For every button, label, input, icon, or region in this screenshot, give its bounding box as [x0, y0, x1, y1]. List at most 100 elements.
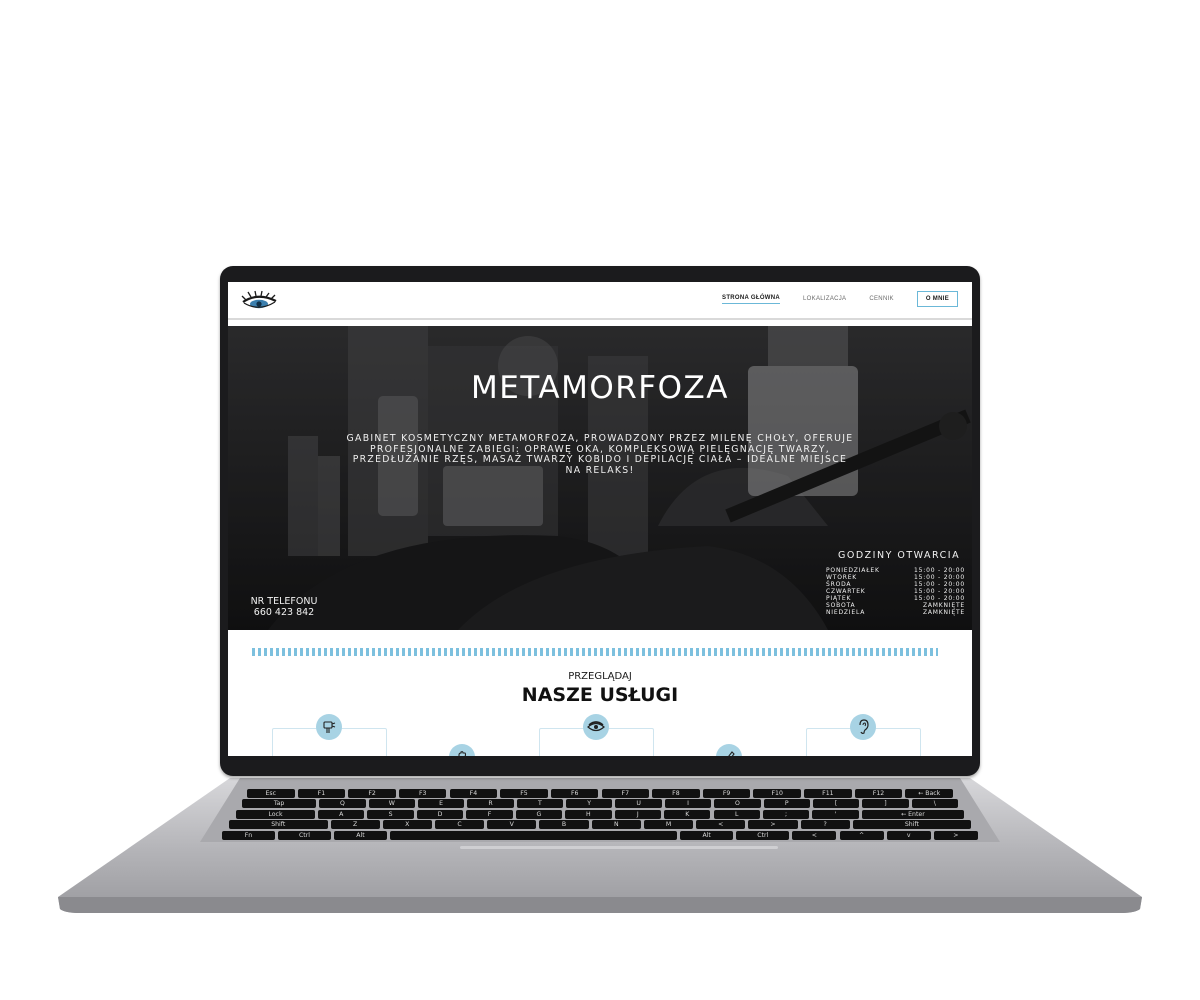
hours-row: NIEDZIELA ZAMKNIĘTE: [826, 609, 971, 616]
key-space[interactable]: [390, 831, 678, 840]
site-navbar: STRONA GŁÓWNA LOKALIZACJA CENNIK O MNIE: [228, 282, 972, 320]
key-u[interactable]: U: [615, 799, 662, 808]
key-j[interactable]: J: [614, 810, 661, 819]
key-symbol[interactable]: >: [933, 831, 978, 840]
hours-row: CZWARTEK 15:00 - 20:00: [826, 588, 971, 595]
key-symbol[interactable]: >: [748, 820, 798, 829]
hours-day: WTOREK: [826, 574, 858, 581]
key-tap[interactable]: Tap: [242, 799, 317, 808]
nav-location[interactable]: LOKALIZACJA: [803, 296, 846, 302]
key-q[interactable]: Q: [319, 799, 366, 808]
key-f3[interactable]: F3: [398, 789, 447, 798]
hours-time: 15:00 - 20:00: [914, 588, 965, 595]
key-z[interactable]: Z: [330, 820, 380, 829]
key-f7[interactable]: F7: [601, 789, 650, 798]
key-alt[interactable]: Alt: [680, 831, 734, 840]
hero-title: METAMORFOZA: [471, 370, 729, 406]
dotted-divider: [252, 648, 938, 656]
key-f11[interactable]: F11: [804, 789, 852, 798]
key-p[interactable]: P: [763, 799, 810, 808]
key-w[interactable]: W: [368, 799, 415, 808]
key-enter[interactable]: ← Enter: [861, 810, 964, 819]
browse-label: PRZEGLĄDAJ: [568, 671, 632, 682]
key-k[interactable]: K: [664, 810, 711, 819]
key-symbol[interactable]: <: [792, 831, 837, 840]
massage-device-icon[interactable]: [316, 714, 342, 740]
hours-row: PIĄTEK 15:00 - 20:00: [826, 595, 971, 602]
key-ctrl[interactable]: Ctrl: [736, 831, 790, 840]
key-f1[interactable]: F1: [297, 789, 346, 798]
hours-time: 15:00 - 20:00: [914, 567, 965, 574]
key-v[interactable]: V: [487, 820, 537, 829]
key-r[interactable]: R: [467, 799, 514, 808]
hours-day: SOBOTA: [826, 602, 856, 609]
key-ctrl[interactable]: Ctrl: [278, 831, 331, 840]
key-back[interactable]: ← Back: [905, 789, 953, 798]
key-f4[interactable]: F4: [449, 789, 498, 798]
nav-about[interactable]: O MNIE: [916, 291, 958, 307]
hours-row: SOBOTA ZAMKNIĘTE: [826, 602, 971, 609]
key-shift[interactable]: Shift: [229, 820, 328, 829]
nav-home[interactable]: STRONA GŁÓWNA: [722, 295, 781, 304]
nav-pricing[interactable]: CENNIK: [869, 296, 893, 302]
key-f12[interactable]: F12: [854, 789, 903, 798]
ear-icon[interactable]: [850, 714, 876, 740]
phone-block: NR TELEFONU 660 423 842: [242, 596, 326, 619]
key-y[interactable]: Y: [566, 799, 613, 808]
key-h[interactable]: H: [565, 810, 612, 819]
key-alt[interactable]: Alt: [334, 831, 387, 840]
hero-section: METAMORFOZA GABINET KOSMETYCZNY METAMORF…: [228, 326, 972, 630]
key-symbol[interactable]: \: [911, 799, 958, 808]
eyelash-logo-icon[interactable]: [240, 290, 280, 310]
key-l[interactable]: L: [713, 810, 760, 819]
hours-row: ŚRODA 15:00 - 20:00: [826, 581, 971, 588]
key-shift[interactable]: Shift: [852, 820, 971, 829]
pen-icon[interactable]: [716, 744, 742, 756]
hand-icon[interactable]: [449, 744, 475, 756]
key-lock[interactable]: Lock: [236, 810, 315, 819]
key-f8[interactable]: F8: [652, 789, 700, 798]
key-f2[interactable]: F2: [348, 789, 396, 798]
hours-time: 15:00 - 20:00: [914, 581, 965, 588]
key-esc[interactable]: Esc: [247, 789, 295, 798]
key-symbol[interactable]: ?: [800, 820, 850, 829]
key-o[interactable]: O: [714, 799, 761, 808]
key-fn[interactable]: Fn: [222, 831, 275, 840]
key-v[interactable]: v: [886, 831, 931, 840]
hours-time: ZAMKNIĘTE: [922, 609, 965, 616]
key-symbol[interactable]: ^: [839, 831, 884, 840]
hours-row: WTOREK 15:00 - 20:00: [826, 574, 971, 581]
key-x[interactable]: X: [382, 820, 432, 829]
key-g[interactable]: G: [515, 810, 563, 819]
phone-number[interactable]: 660 423 842: [242, 607, 326, 619]
hours-time: 15:00 - 20:00: [914, 574, 965, 581]
hours-time: ZAMKNIĘTE: [922, 602, 965, 609]
hours-day: ŚRODA: [826, 581, 852, 588]
key-symbol[interactable]: ': [812, 810, 859, 819]
key-n[interactable]: N: [591, 820, 641, 829]
key-symbol[interactable]: <: [696, 820, 746, 829]
key-d[interactable]: D: [416, 810, 464, 819]
hours-day: PONIEDZIAŁEK: [826, 567, 880, 574]
hero-description: GABINET KOSMETYCZNY METAMORFOZA, PROWADZ…: [346, 433, 854, 476]
key-s[interactable]: S: [367, 810, 414, 819]
key-symbol[interactable]: ;: [762, 810, 810, 819]
key-f9[interactable]: F9: [702, 789, 751, 798]
opening-hours: GODZINY OTWARCIA PONIEDZIAŁEK 15:00 - 20:…: [826, 550, 971, 616]
phone-label: NR TELEFONU: [250, 596, 318, 607]
key-symbol[interactable]: ]: [862, 799, 909, 808]
key-i[interactable]: I: [664, 799, 712, 808]
key-b[interactable]: B: [539, 820, 589, 829]
eye-icon[interactable]: [583, 714, 609, 740]
key-a[interactable]: A: [318, 810, 365, 819]
key-t[interactable]: T: [516, 799, 564, 808]
key-symbol[interactable]: [: [812, 799, 860, 808]
key-f[interactable]: F: [466, 810, 513, 819]
key-f10[interactable]: F10: [753, 789, 801, 798]
key-f6[interactable]: F6: [550, 789, 599, 798]
key-c[interactable]: C: [434, 820, 485, 829]
opening-hours-title: GODZINY OTWARCIA: [838, 550, 961, 561]
key-m[interactable]: M: [643, 820, 694, 829]
key-e[interactable]: E: [417, 799, 465, 808]
key-f5[interactable]: F5: [500, 789, 548, 798]
